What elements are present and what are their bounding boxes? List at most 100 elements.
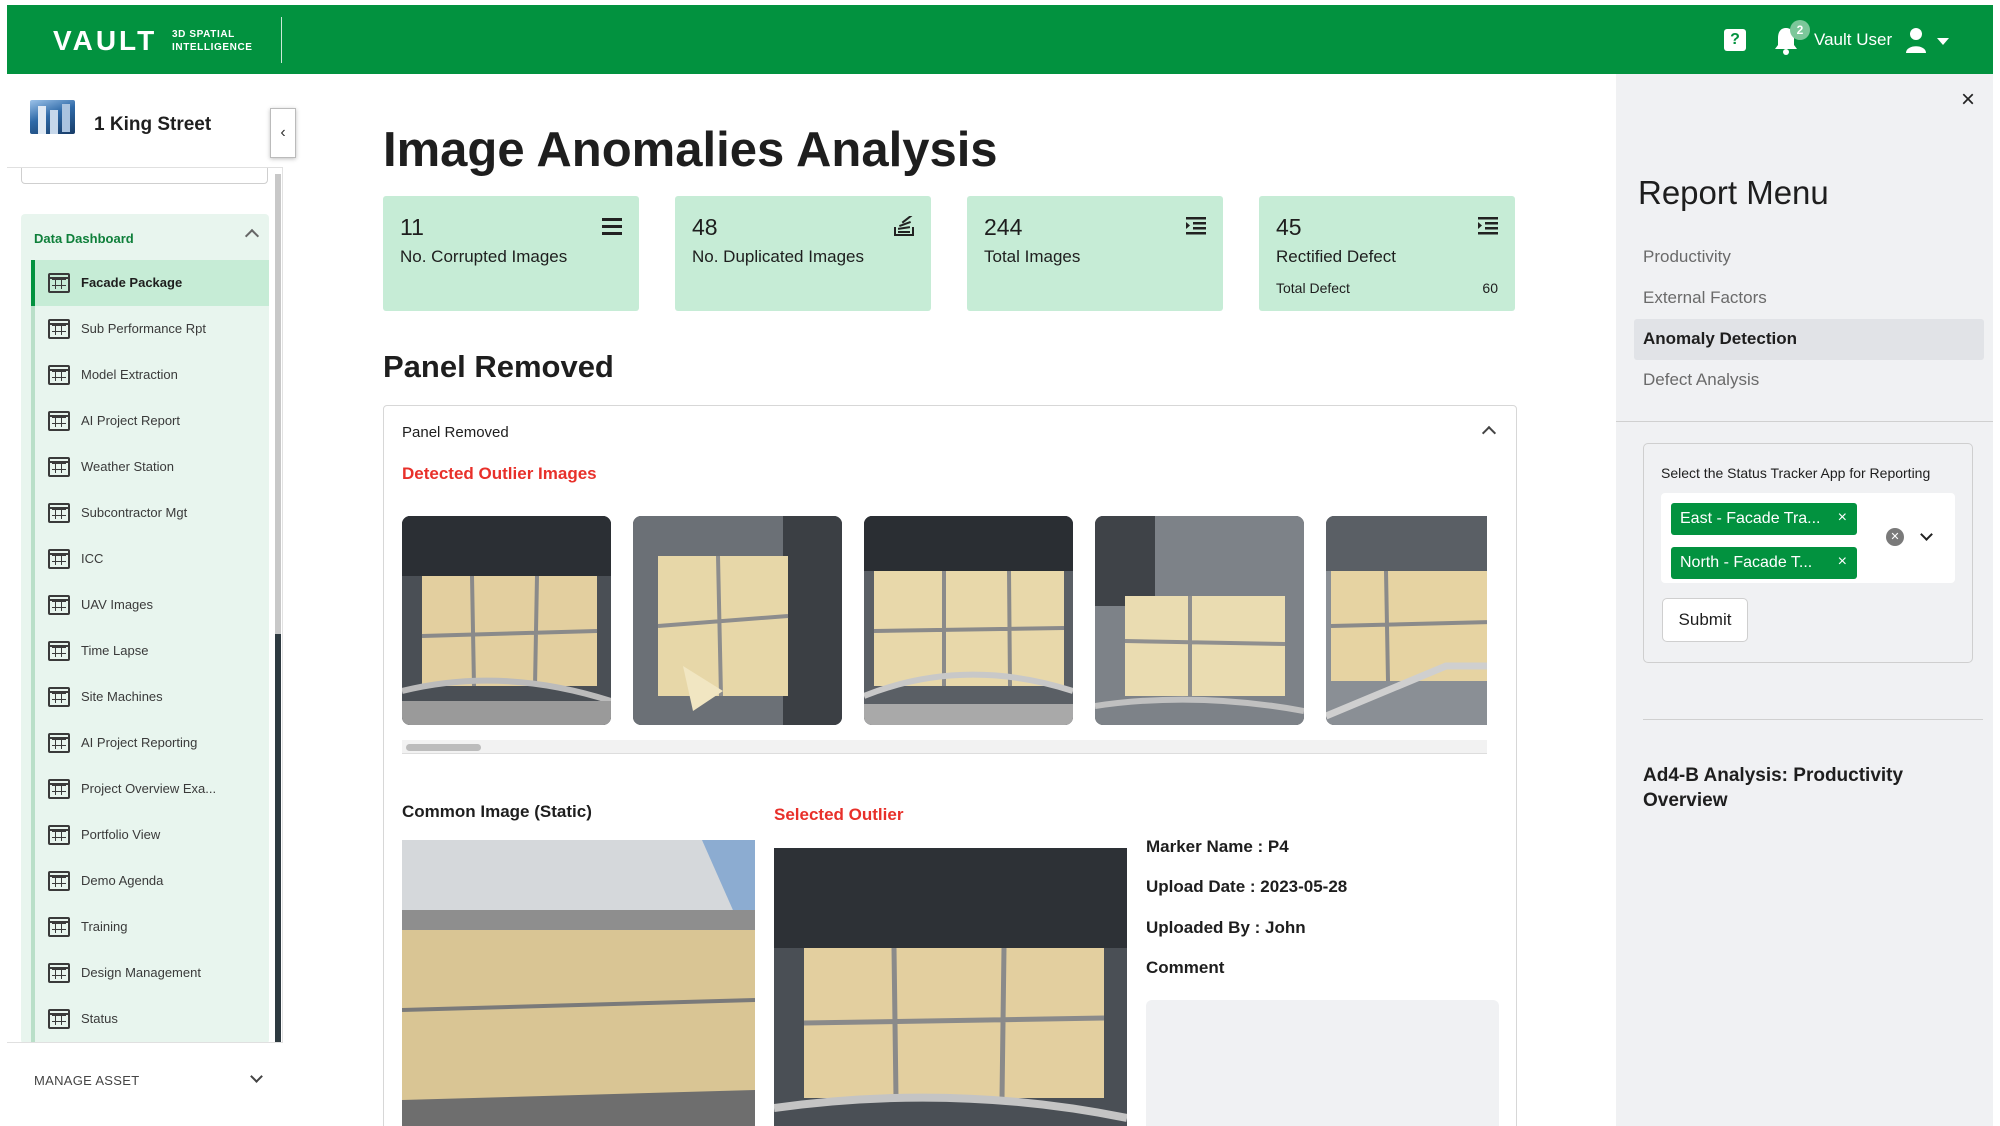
logo-tagline-line2: INTELLIGENCE (172, 42, 253, 53)
stat-card-total-images: 244 Total Images (967, 196, 1223, 311)
sidebar-item-uav-images[interactable]: UAV Images (31, 582, 269, 628)
project-header: 1 King Street (7, 74, 283, 168)
close-icon[interactable]: × (1961, 88, 1975, 112)
outlier-carousel[interactable] (402, 516, 1487, 726)
sidebar-item-weather-station[interactable]: Weather Station (31, 444, 269, 490)
sidebar-item-label: Weather Station (81, 459, 174, 474)
sidebar-item-subcontractor-mgt[interactable]: Subcontractor Mgt (31, 490, 269, 536)
outlier-thumbnail[interactable] (1095, 516, 1304, 725)
data-dashboard-header[interactable]: Data Dashboard (21, 214, 269, 256)
outlier-heading: Detected Outlier Images (402, 464, 597, 483)
stat-value: 244 (984, 214, 1023, 240)
sidebar-item-facade-package[interactable]: Facade Package (31, 260, 269, 306)
sidebar-item-project-overview[interactable]: Project Overview Exa... (31, 766, 269, 812)
status-tracker-multiselect[interactable]: East - Facade Tra... × North - Facade T.… (1661, 493, 1955, 583)
sidebar-item-site-machines[interactable]: Site Machines (31, 674, 269, 720)
sidebar-item-design-management[interactable]: Design Management (31, 950, 269, 996)
indent-list-icon (1186, 217, 1206, 235)
sidebar-item-ai-project-report[interactable]: AI Project Report (31, 398, 269, 444)
item-indicator (31, 398, 35, 444)
project-name: 1 King Street (94, 114, 212, 135)
upload-date: Upload Date : 2023-05-28 (1146, 877, 1348, 896)
sidebar-item-training[interactable]: Training (31, 904, 269, 950)
analysis-title: Ad4-B Analysis: Productivity Overview (1643, 765, 1904, 811)
item-indicator (31, 766, 35, 812)
chip-remove-icon[interactable]: × (1838, 553, 1847, 571)
sidebar-item-label: ICC (81, 551, 104, 566)
outlier-thumbnail[interactable] (633, 516, 842, 725)
outlier-thumbnail[interactable] (864, 516, 1073, 725)
sidebar-item-label: Subcontractor Mgt (81, 505, 188, 520)
comment-label: Comment (1146, 958, 1225, 977)
sidebar-item-ai-project-reporting[interactable]: AI Project Reporting (31, 720, 269, 766)
stat-value: 11 (400, 214, 424, 240)
chip-remove-icon[interactable]: × (1838, 509, 1847, 527)
chevron-down-icon[interactable] (250, 1070, 263, 1083)
dashboard-grid-icon (48, 871, 70, 891)
sidebar-item-label: UAV Images (81, 597, 154, 612)
vault-logo[interactable]: VAULT (53, 25, 157, 57)
sidebar-scrollbar-thumb[interactable] (275, 174, 281, 634)
project-thumbnail (30, 100, 75, 134)
common-image-label: Common Image (Static) (402, 802, 592, 821)
tracker-select-label: Select the Status Tracker App for Report… (1661, 465, 1931, 481)
sidebar-item-icc[interactable]: ICC (31, 536, 269, 582)
dashboard-grid-icon (48, 733, 70, 753)
report-menu-item-defect-analysis[interactable]: Defect Analysis (1634, 360, 1984, 401)
report-menu-item-external-factors[interactable]: External Factors (1634, 278, 1984, 319)
left-sidebar: 1 King Street ‹ All Content Data Dashboa… (7, 74, 296, 1126)
stat-value: 48 (692, 214, 718, 240)
indent-list-icon (1478, 217, 1498, 235)
carousel-scrollbar-thumb[interactable] (406, 744, 481, 751)
outlier-thumbnail[interactable] (1326, 516, 1487, 725)
outlier-thumbnail[interactable] (402, 516, 611, 725)
report-menu-panel: × Report Menu Productivity External Fact… (1616, 74, 1993, 1126)
stat-sub-label: Total Defect (1276, 280, 1350, 296)
user-avatar-icon[interactable] (1905, 27, 1927, 53)
sidebar-item-label: Sub Performance Rpt (81, 321, 207, 336)
logo-tagline-line1: 3D SPATIAL (172, 29, 235, 40)
item-indicator (31, 582, 35, 628)
active-indicator (31, 260, 35, 306)
manage-asset-label: MANAGE ASSET (34, 1073, 140, 1088)
stat-card-rectified-defect: 45 Rectified Defect Total Defect 60 (1259, 196, 1515, 311)
user-menu-caret-icon[interactable] (1937, 38, 1949, 45)
sidebar-item-demo-agenda[interactable]: Demo Agenda (31, 858, 269, 904)
sidebar-collapse-button[interactable]: ‹ (270, 108, 296, 158)
chip-label: East - Facade Tra... (1680, 510, 1821, 527)
top-bar: VAULT 3D SPATIAL INTELLIGENCE ? 2 Vault … (7, 5, 1993, 74)
clear-all-icon[interactable]: ✕ (1886, 528, 1904, 546)
sidebar-item-model-extraction[interactable]: Model Extraction (31, 352, 269, 398)
submit-button[interactable]: Submit (1662, 598, 1748, 642)
manage-asset-section[interactable]: MANAGE ASSET (7, 1042, 283, 1126)
help-icon[interactable]: ? (1724, 29, 1746, 51)
accordion-header[interactable]: Panel Removed (402, 424, 509, 441)
divider (1616, 421, 1993, 422)
carousel-scrollbar[interactable] (402, 740, 1487, 754)
dashboard-grid-icon (48, 549, 70, 569)
chevron-up-icon[interactable] (1481, 425, 1497, 441)
sidebar-item-label: Status (81, 1011, 118, 1026)
comment-field[interactable] (1146, 1000, 1499, 1126)
page-title: Image Anomalies Analysis (383, 123, 998, 177)
sidebar-item-time-lapse[interactable]: Time Lapse (31, 628, 269, 674)
chevron-down-icon[interactable] (1920, 528, 1933, 541)
item-indicator (31, 996, 35, 1042)
report-menu-item-productivity[interactable]: Productivity (1634, 237, 1984, 278)
dashboard-grid-icon (48, 917, 70, 937)
sidebar-item-status[interactable]: Status (31, 996, 269, 1042)
sidebar-item-sub-performance-rpt[interactable]: Sub Performance Rpt (31, 306, 269, 352)
data-dashboard-title: Data Dashboard (34, 231, 134, 246)
report-menu-item-anomaly-detection[interactable]: Anomaly Detection (1634, 319, 1984, 360)
dashboard-grid-icon (48, 779, 70, 799)
marker-name: Marker Name : P4 (1146, 837, 1289, 856)
dashboard-grid-icon (48, 503, 70, 523)
item-indicator (31, 674, 35, 720)
dashboard-list: Facade Package Sub Performance Rpt Model… (31, 260, 269, 1042)
sidebar-item-portfolio-view[interactable]: Portfolio View (31, 812, 269, 858)
chevron-up-icon[interactable] (244, 228, 260, 244)
selected-outlier-label: Selected Outlier (774, 805, 904, 824)
stat-sub-value: 60 (1482, 280, 1498, 296)
user-name[interactable]: Vault User (1814, 30, 1892, 50)
item-indicator (31, 950, 35, 996)
